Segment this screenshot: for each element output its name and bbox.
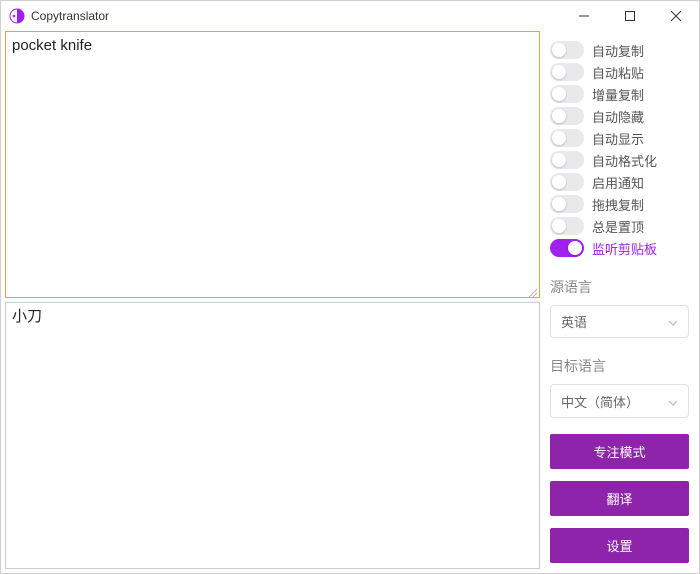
- toggle-label-enable_notify: 启用通知: [592, 173, 644, 192]
- toggle-row-listen_clip: 监听剪贴板: [550, 237, 689, 259]
- toggle-label-auto_show: 自动显示: [592, 129, 644, 148]
- toggle-label-drag_copy: 拖拽复制: [592, 195, 644, 214]
- source-textarea[interactable]: [5, 31, 540, 298]
- output-wrap: [5, 302, 540, 569]
- toggle-label-inc_copy: 增量复制: [592, 85, 644, 104]
- source-lang-select[interactable]: 英语: [550, 305, 689, 338]
- translate-button[interactable]: 翻译: [550, 481, 689, 516]
- source-wrap: [5, 31, 540, 298]
- chevron-down-icon: [668, 394, 678, 409]
- toggle-row-auto_format: 自动格式化: [550, 149, 689, 171]
- toggle-row-enable_notify: 启用通知: [550, 171, 689, 193]
- toggle-auto_hide[interactable]: [550, 107, 584, 125]
- source-lang-label: 源语言: [550, 277, 689, 297]
- sidebar: 自动复制自动粘贴增量复制自动隐藏自动显示自动格式化启用通知拖拽复制总是置顶监听剪…: [544, 31, 699, 573]
- toggle-row-inc_copy: 增量复制: [550, 83, 689, 105]
- toggle-row-auto_copy: 自动复制: [550, 39, 689, 61]
- toggle-drag_copy[interactable]: [550, 195, 584, 213]
- toggle-auto_copy[interactable]: [550, 41, 584, 59]
- toggle-label-auto_copy: 自动复制: [592, 41, 644, 60]
- focus-mode-button[interactable]: 专注模式: [550, 434, 689, 469]
- toggle-always_top[interactable]: [550, 217, 584, 235]
- toggle-inc_copy[interactable]: [550, 85, 584, 103]
- target-lang-select[interactable]: 中文（简体）: [550, 384, 689, 417]
- window-controls: [561, 1, 699, 31]
- window-title: Copytranslator: [31, 9, 109, 23]
- settings-button[interactable]: 设置: [550, 528, 689, 563]
- text-panels: [1, 31, 544, 573]
- output-textarea[interactable]: [5, 302, 540, 569]
- toggle-listen_clip[interactable]: [550, 239, 584, 257]
- close-button[interactable]: [653, 1, 699, 31]
- minimize-button[interactable]: [561, 1, 607, 31]
- source-lang-value: 英语: [561, 312, 587, 331]
- toggle-label-auto_paste: 自动粘贴: [592, 63, 644, 82]
- toggle-label-listen_clip: 监听剪贴板: [592, 239, 657, 258]
- toggle-row-auto_paste: 自动粘贴: [550, 61, 689, 83]
- target-lang-label: 目标语言: [550, 356, 689, 376]
- toggle-row-auto_hide: 自动隐藏: [550, 105, 689, 127]
- toggle-label-auto_hide: 自动隐藏: [592, 107, 644, 126]
- toggle-row-always_top: 总是置顶: [550, 215, 689, 237]
- toggle-row-auto_show: 自动显示: [550, 127, 689, 149]
- target-lang-value: 中文（简体）: [561, 392, 639, 411]
- titlebar: Copytranslator: [1, 1, 699, 31]
- app-icon: [9, 8, 25, 24]
- maximize-button[interactable]: [607, 1, 653, 31]
- toggle-row-drag_copy: 拖拽复制: [550, 193, 689, 215]
- chevron-down-icon: [668, 314, 678, 329]
- toggle-label-always_top: 总是置顶: [592, 217, 644, 236]
- toggle-auto_paste[interactable]: [550, 63, 584, 81]
- toggle-auto_format[interactable]: [550, 151, 584, 169]
- toggle-label-auto_format: 自动格式化: [592, 151, 657, 170]
- toggle-auto_show[interactable]: [550, 129, 584, 147]
- app-window: Copytranslator: [0, 0, 700, 574]
- toggles-list: 自动复制自动粘贴增量复制自动隐藏自动显示自动格式化启用通知拖拽复制总是置顶监听剪…: [550, 39, 689, 259]
- body: 自动复制自动粘贴增量复制自动隐藏自动显示自动格式化启用通知拖拽复制总是置顶监听剪…: [1, 31, 699, 573]
- toggle-enable_notify[interactable]: [550, 173, 584, 191]
